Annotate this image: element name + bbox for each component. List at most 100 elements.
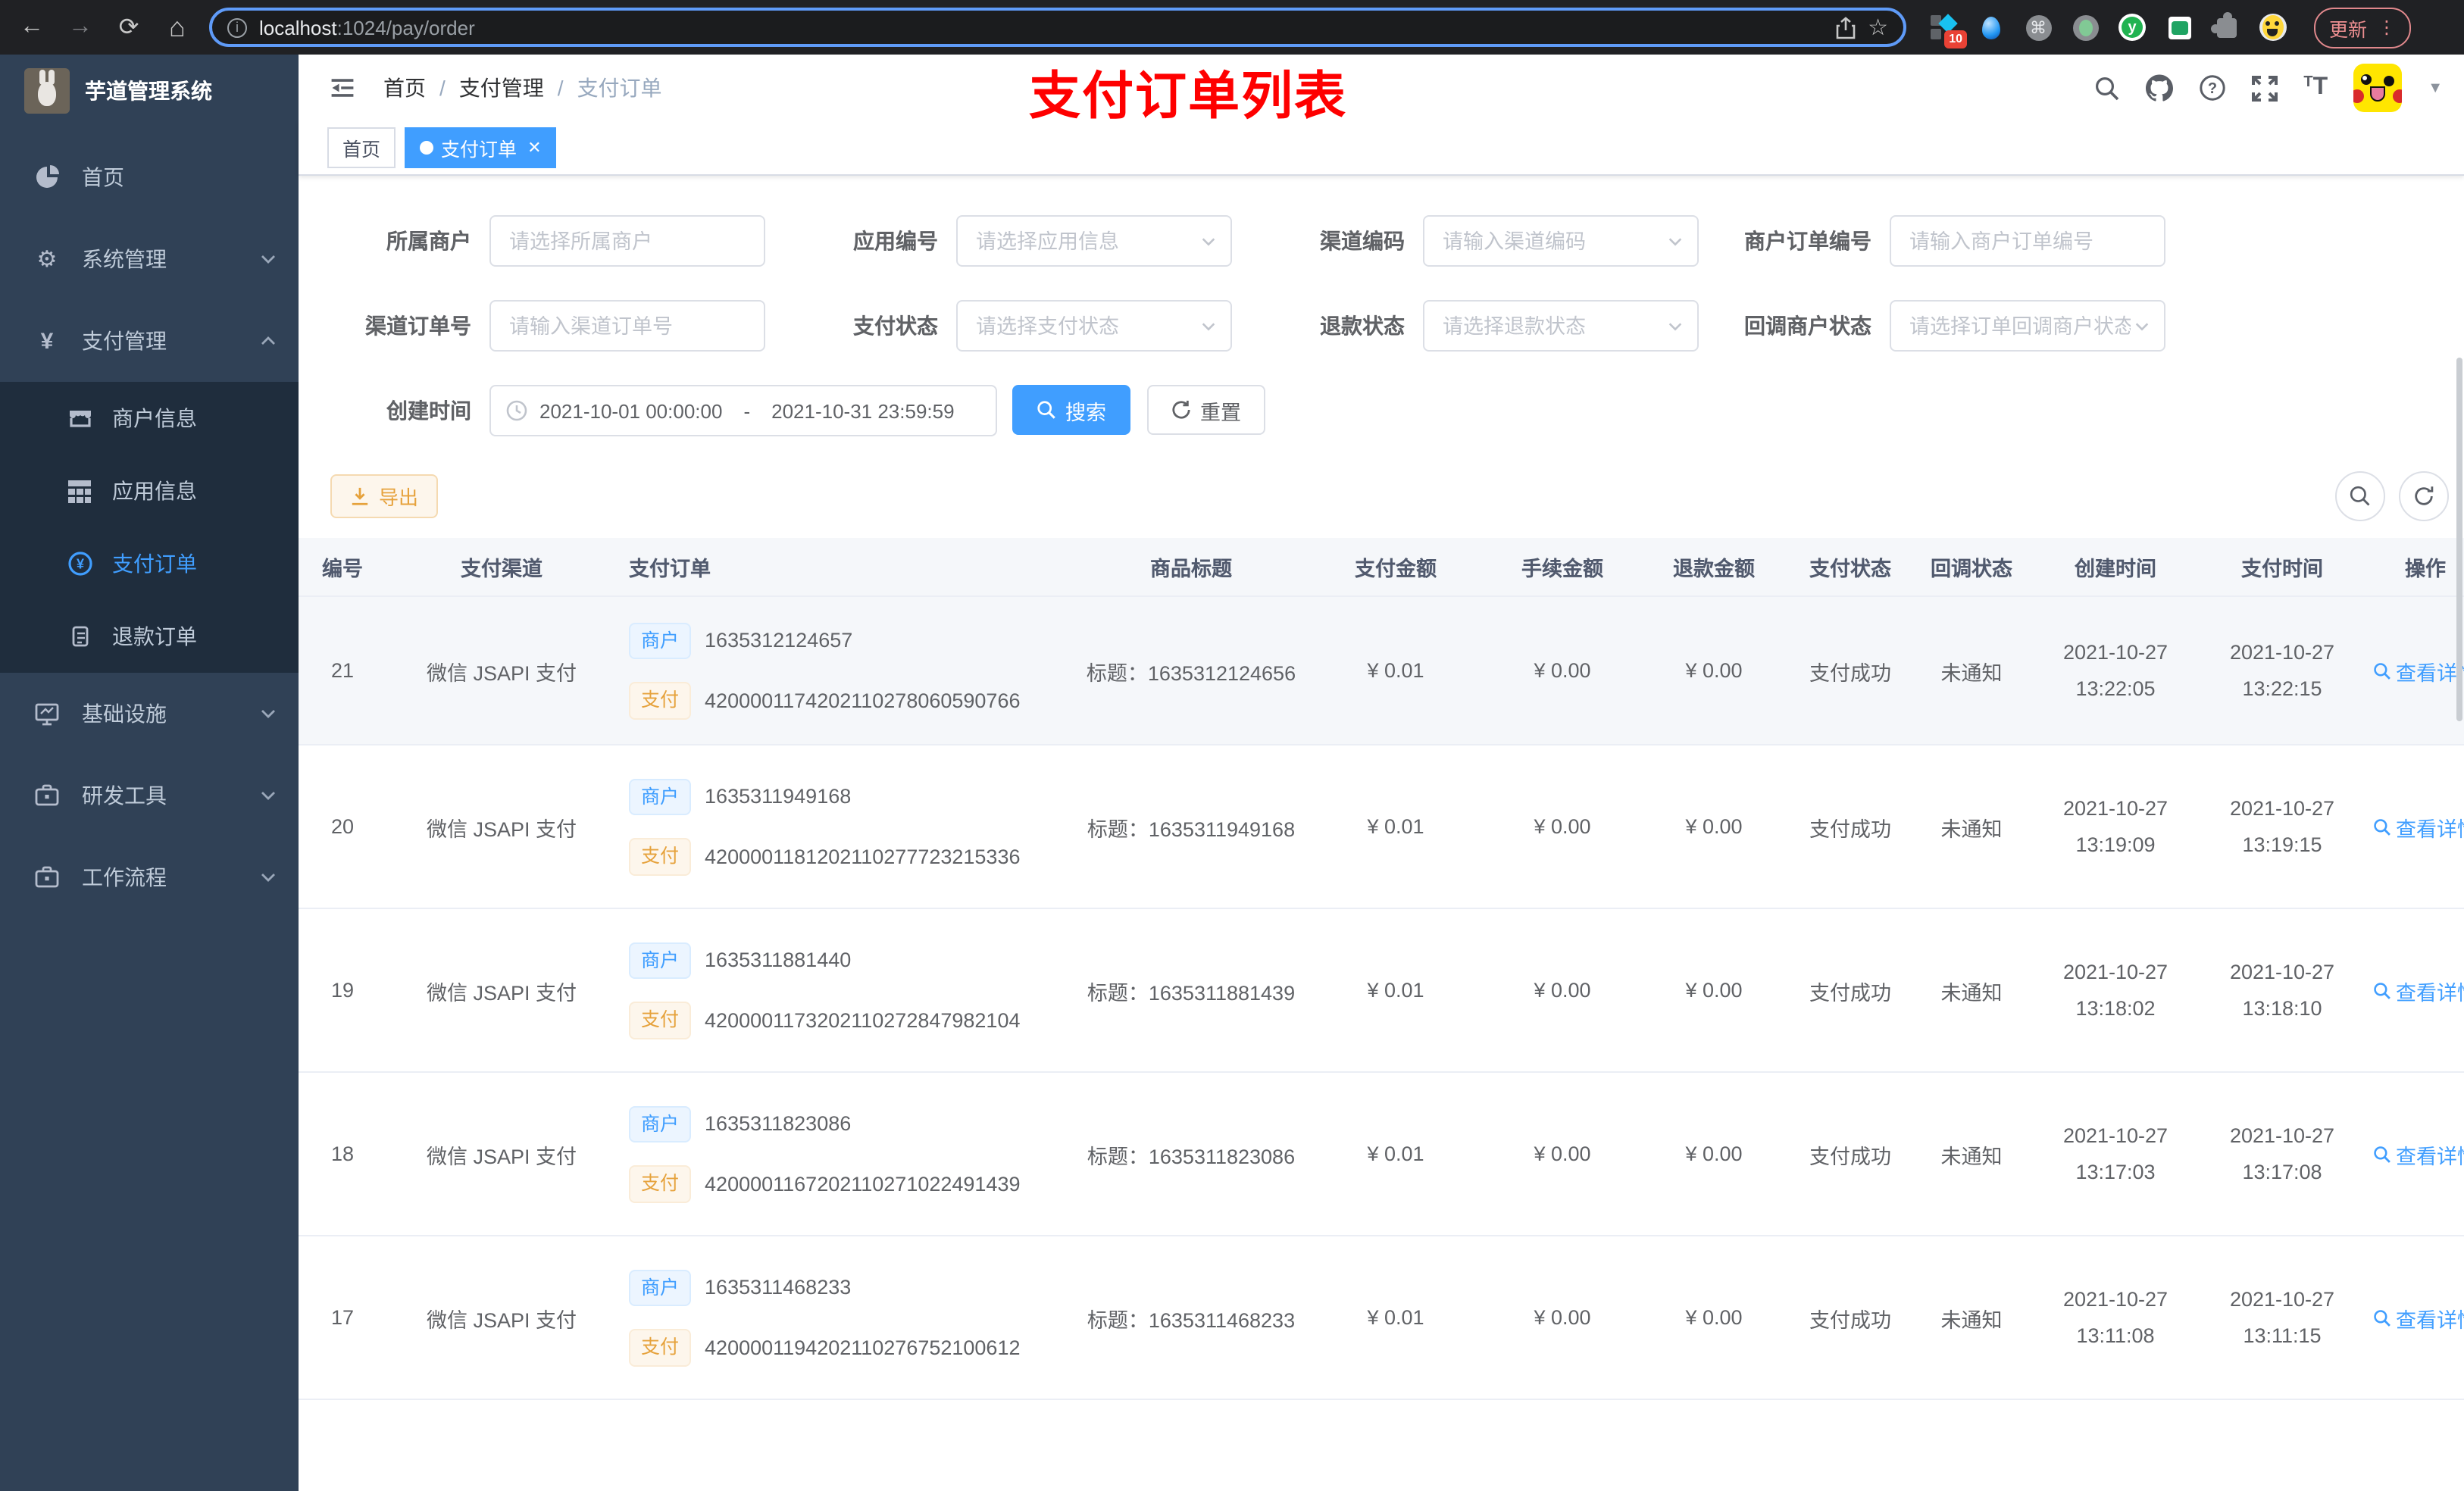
cell-paid: 2021-10-27 13:19:15	[2229, 796, 2335, 855]
channel-order-no-field[interactable]	[489, 300, 765, 352]
sidebar-item-app-info[interactable]: 应用信息	[0, 455, 299, 527]
collapse-sidebar-icon[interactable]	[329, 74, 356, 102]
tag-home[interactable]: 首页	[327, 127, 396, 168]
tags-view-bar: 首页 支付订单 ✕	[299, 121, 2464, 176]
sidebar-item-home[interactable]: 首页	[0, 136, 299, 218]
sidebar-item-dev-tools[interactable]: 研发工具	[0, 755, 299, 836]
cell-amount: ¥ 0.01	[1367, 1306, 1424, 1329]
forward-icon[interactable]: →	[64, 11, 97, 44]
back-icon[interactable]: ←	[15, 11, 48, 44]
y-extension-icon[interactable]: y	[2118, 14, 2146, 41]
table-row[interactable]: 20 微信 JSAPI 支付 商户 1635311949168 支付 4200001…	[299, 746, 2464, 909]
cell-amount: ¥ 0.01	[1367, 815, 1424, 838]
svg-text:?: ?	[2208, 80, 2217, 97]
reset-button[interactable]: 重置	[1147, 385, 1265, 435]
address-bar[interactable]: i localhost:1024/pay/order ☆	[209, 8, 1906, 47]
search-icon[interactable]	[2094, 75, 2120, 101]
merchant-input[interactable]	[491, 217, 764, 265]
table-row[interactable]: 17 微信 JSAPI 支付 商户 1635311468233 支付 4200001…	[299, 1236, 2464, 1400]
channel-order-no-input[interactable]	[491, 302, 764, 350]
create-time-range-picker[interactable]: 2021-10-01 00:00:00 - 2021-10-31 23:59:5…	[489, 385, 997, 436]
refresh-button[interactable]	[2399, 471, 2449, 521]
chevron-down-icon	[1200, 317, 1217, 334]
merchant-tag: 商户	[629, 622, 692, 659]
command-extension-icon[interactable]: ⌘	[2025, 14, 2052, 41]
share-icon[interactable]	[1834, 16, 1856, 39]
view-detail-link[interactable]: 查看详情	[2373, 811, 2464, 842]
bookmark-star-icon[interactable]: ☆	[1868, 14, 1888, 41]
pay-status-input[interactable]	[958, 302, 1230, 350]
merchant-order-no-input[interactable]	[1891, 217, 2164, 265]
yen-icon: ¥	[40, 328, 54, 354]
browser-menu-icon[interactable]: ⋮	[2378, 17, 2396, 38]
pay-status-select[interactable]	[956, 300, 1232, 352]
col-status: 支付状态	[1809, 558, 1891, 580]
channel-code-label: 渠道编码	[1320, 229, 1405, 253]
tag-pay-order[interactable]: 支付订单 ✕	[405, 127, 557, 168]
emoji-extension-icon[interactable]	[2259, 14, 2287, 41]
range-separator: -	[743, 399, 751, 422]
gem-extension-icon[interactable]	[1978, 14, 2005, 41]
diamond-extension-icon[interactable]: 10	[1931, 14, 1967, 48]
col-paid: 支付时间	[2241, 558, 2323, 580]
gear-icon: ⚙	[36, 247, 58, 273]
channel-code-input[interactable]	[1424, 217, 1697, 265]
close-tag-icon[interactable]: ✕	[527, 138, 541, 158]
sidebar-item-pay[interactable]: ¥ 支付管理	[0, 300, 299, 382]
app-logo[interactable]: 芋道管理系统	[0, 55, 299, 127]
breadcrumb-section[interactable]: 支付管理	[459, 73, 544, 103]
green-dot-extension-icon[interactable]	[2072, 14, 2099, 41]
sidebar-item-system[interactable]: ⚙ 系统管理	[0, 218, 299, 300]
pay-tag: 支付	[629, 682, 692, 719]
merchant-select[interactable]	[489, 215, 765, 267]
view-detail-link[interactable]: 查看详情	[2373, 975, 2464, 1005]
view-detail-link[interactable]: 查看详情	[2373, 1302, 2464, 1333]
page-scrollbar[interactable]	[2456, 358, 2462, 721]
sidebar-item-infra[interactable]: 基础设施	[0, 673, 299, 755]
sidebar-item-refund-order[interactable]: 退款订单	[0, 600, 299, 673]
site-info-icon[interactable]: i	[227, 17, 247, 37]
help-icon[interactable]: ?	[2199, 74, 2226, 102]
col-created: 创建时间	[2075, 558, 2156, 580]
breadcrumb-home[interactable]: 首页	[383, 73, 426, 103]
cell-status: 支付成功	[1809, 661, 1891, 684]
github-icon[interactable]	[2146, 74, 2174, 102]
url-text[interactable]: localhost:1024/pay/order	[259, 16, 475, 39]
user-avatar[interactable]	[2353, 64, 2403, 112]
reload-icon[interactable]: ⟳	[112, 11, 145, 44]
cell-id: 21	[330, 659, 355, 682]
export-button[interactable]: 导出	[330, 474, 439, 518]
sidebar-item-workflow[interactable]: 工作流程	[0, 836, 299, 918]
table-row[interactable]: 19 微信 JSAPI 支付 商户 1635311881440 支付 4200001…	[299, 909, 2464, 1073]
home-icon[interactable]: ⌂	[161, 11, 194, 44]
app-input[interactable]	[958, 217, 1230, 265]
browser-update-button[interactable]: 更新 ⋮	[2314, 7, 2412, 48]
cell-fee: ¥ 0.00	[1534, 1142, 1591, 1165]
table-row[interactable]: 18 微信 JSAPI 支付 商户 1635311823086 支付 4200001…	[299, 1073, 2464, 1236]
fullscreen-icon[interactable]	[2252, 75, 2278, 101]
table-row[interactable]: 21 微信 JSAPI 支付 商户 1635312124657 支付 4200001…	[299, 597, 2464, 746]
toggle-search-button[interactable]	[2335, 471, 2385, 521]
channel-code-select[interactable]	[1423, 215, 1699, 267]
cell-status: 支付成功	[1809, 817, 1891, 840]
search-button[interactable]: 搜索	[1012, 385, 1130, 435]
sidebar-item-pay-order[interactable]: ¥ 支付订单	[0, 527, 299, 600]
table-row[interactable]: 商户1635311251726	[299, 1400, 2464, 1491]
callback-status-select[interactable]	[1890, 300, 2165, 352]
sidebar-item-merchant-info[interactable]: 商户信息	[0, 382, 299, 455]
refund-status-input[interactable]	[1424, 302, 1697, 350]
avatar-caret-icon[interactable]: ▼	[2428, 80, 2443, 96]
merchant-order-no-field[interactable]	[1890, 215, 2165, 267]
col-refund: 退款金额	[1673, 558, 1755, 580]
cell-created: 2021-10-27 13:11:08	[2062, 1287, 2169, 1346]
callback-status-input[interactable]	[1891, 302, 2164, 350]
refund-status-select[interactable]	[1423, 300, 1699, 352]
app-select[interactable]	[956, 215, 1232, 267]
briefcase-icon	[33, 783, 61, 808]
font-size-icon[interactable]: TT	[2303, 74, 2328, 102]
chat-extension-icon[interactable]	[2165, 14, 2193, 41]
view-detail-link[interactable]: 查看详情	[2373, 1139, 2464, 1169]
view-detail-link[interactable]: 查看详情	[2373, 655, 2464, 686]
filter-row-3: 创建时间 2021-10-01 00:00:00 - 2021-10-31 23…	[320, 385, 2464, 436]
puzzle-extension-icon[interactable]	[2210, 11, 2240, 41]
